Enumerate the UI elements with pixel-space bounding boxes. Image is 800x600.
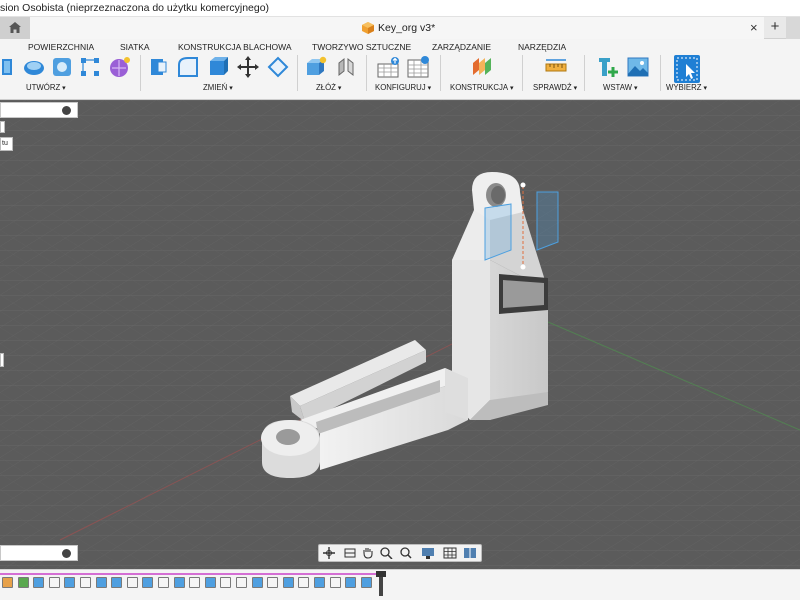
create-form-icon[interactable] xyxy=(108,55,132,79)
account-button[interactable] xyxy=(786,17,800,39)
group-construct[interactable]: KONSTRUKCJA xyxy=(450,83,514,92)
browser-panel-header[interactable] xyxy=(0,102,78,118)
ribbon-tab-manage[interactable]: ZARZĄDZANIE xyxy=(432,42,491,52)
document-title: Key_org v3* xyxy=(378,22,436,34)
comments-add-icon[interactable] xyxy=(62,549,71,558)
display-settings-icon[interactable] xyxy=(421,547,435,559)
timeline-feature-icon[interactable] xyxy=(33,577,45,588)
toolbar-ribbon: POWIERZCHNIA SIATKA KONSTRUKCJA BLACHOWA… xyxy=(0,39,800,100)
timeline-feature-icon[interactable] xyxy=(329,577,341,588)
timeline-feature-icon[interactable] xyxy=(2,577,13,588)
timeline-feature-icon[interactable] xyxy=(314,577,325,588)
insert-image-icon[interactable] xyxy=(626,55,650,79)
timeline-feature-icon[interactable] xyxy=(158,577,169,588)
timeline-feature-icon[interactable] xyxy=(111,577,123,588)
timeline-feature-icon[interactable] xyxy=(80,577,91,588)
fusion-document-icon xyxy=(362,22,374,34)
group-inspect[interactable]: SPRAWDŹ xyxy=(533,83,577,92)
ribbon-tab-plastic[interactable]: TWORZYWO SZTUCZNE xyxy=(312,42,411,52)
timeline-feature-icon[interactable] xyxy=(189,577,201,588)
viewports-icon[interactable] xyxy=(463,547,477,559)
extrude-tool-icon[interactable] xyxy=(0,55,24,79)
home-tab[interactable] xyxy=(0,17,30,39)
joint-icon[interactable] xyxy=(334,55,358,79)
group-configure[interactable]: KONFIGURUJ xyxy=(375,83,431,92)
timeline-progress xyxy=(0,573,382,575)
ground-grid xyxy=(0,100,800,569)
canvas-viewport[interactable] xyxy=(0,100,800,569)
offset-plane-icon[interactable] xyxy=(470,55,494,79)
side-handle-stub[interactable] xyxy=(0,353,4,367)
timeline-feature-icon[interactable] xyxy=(142,577,154,588)
window-titlebar: sion Osobista (nieprzeznaczona do użytku… xyxy=(0,0,800,17)
zoom-window-icon[interactable] xyxy=(399,547,413,559)
document-tab-bar: Key_org v3* × + xyxy=(0,17,800,39)
home-icon xyxy=(9,22,21,33)
fillet-icon[interactable] xyxy=(176,55,200,79)
shell-icon[interactable] xyxy=(206,55,230,79)
ribbon-tab-utilities[interactable]: NARZĘDZIA xyxy=(518,42,566,52)
timeline-feature-icon[interactable] xyxy=(345,577,357,588)
grid-settings-icon[interactable] xyxy=(443,547,457,559)
document-tab[interactable]: Key_org v3* × xyxy=(30,17,764,39)
timeline-feature-icon[interactable] xyxy=(64,577,76,588)
move-copy-icon[interactable] xyxy=(236,55,260,79)
orbit-icon[interactable] xyxy=(322,547,336,559)
timeline-feature-icon[interactable] xyxy=(17,577,29,588)
close-tab-button[interactable]: × xyxy=(750,20,758,35)
pattern-tool-icon[interactable] xyxy=(78,55,102,79)
revolve-tool-icon[interactable] xyxy=(22,55,46,79)
timeline-feature-icon[interactable] xyxy=(220,577,232,588)
comments-panel-header[interactable] xyxy=(0,545,78,561)
ribbon-tab-surface[interactable]: POWIERZCHNIA xyxy=(28,42,94,52)
timeline-feature-icon[interactable] xyxy=(95,577,107,588)
timeline-feature-icon[interactable] xyxy=(173,577,185,588)
timeline-feature-icon[interactable] xyxy=(267,577,279,588)
select-icon[interactable] xyxy=(674,55,700,83)
align-icon[interactable] xyxy=(266,55,290,79)
timeline-feature-icon[interactable] xyxy=(282,577,294,588)
timeline-feature-icon[interactable] xyxy=(48,577,60,588)
timeline-feature-icon[interactable] xyxy=(251,577,263,588)
ribbon-tab-mesh[interactable]: SIATKA xyxy=(120,42,150,52)
timeline-feature-icon[interactable] xyxy=(204,577,216,588)
measure-icon[interactable] xyxy=(544,55,568,79)
timeline-marker[interactable] xyxy=(376,571,386,596)
new-component-icon[interactable] xyxy=(304,55,328,79)
group-create[interactable]: UTWÓRZ xyxy=(26,83,66,92)
browser-item-stub[interactable] xyxy=(0,121,5,133)
browser-item-stub-text[interactable]: tu xyxy=(0,137,13,151)
navigation-bar xyxy=(318,544,482,562)
hand-pan-icon[interactable] xyxy=(361,547,375,559)
change-parameters-icon[interactable] xyxy=(376,55,400,79)
timeline-feature-icon[interactable] xyxy=(298,577,310,588)
hole-tool-icon[interactable] xyxy=(50,55,74,79)
new-tab-button[interactable]: + xyxy=(766,17,784,39)
group-insert[interactable]: WSTAW xyxy=(603,83,637,92)
browser-collapse-icon[interactable] xyxy=(62,106,71,115)
window-title: sion Osobista (nieprzeznaczona do użytku… xyxy=(0,2,270,14)
group-modify[interactable]: ZMIEŃ xyxy=(203,83,233,92)
timeline-feature-icon[interactable] xyxy=(126,577,138,588)
group-select[interactable]: WYBIERZ xyxy=(666,83,707,92)
timeline-bar xyxy=(0,569,800,600)
press-pull-icon[interactable] xyxy=(148,55,172,79)
timeline-feature-icon[interactable] xyxy=(360,577,372,588)
configure-table-icon[interactable] xyxy=(406,55,430,79)
pan-look-icon[interactable] xyxy=(343,547,357,559)
group-assemble[interactable]: ZŁÓŻ xyxy=(316,83,341,92)
ribbon-tab-sheet-metal[interactable]: KONSTRUKCJA BLACHOWA xyxy=(178,42,292,52)
timeline-feature-icon[interactable] xyxy=(236,577,247,588)
insert-derive-icon[interactable] xyxy=(596,55,620,79)
zoom-icon[interactable] xyxy=(379,547,393,559)
